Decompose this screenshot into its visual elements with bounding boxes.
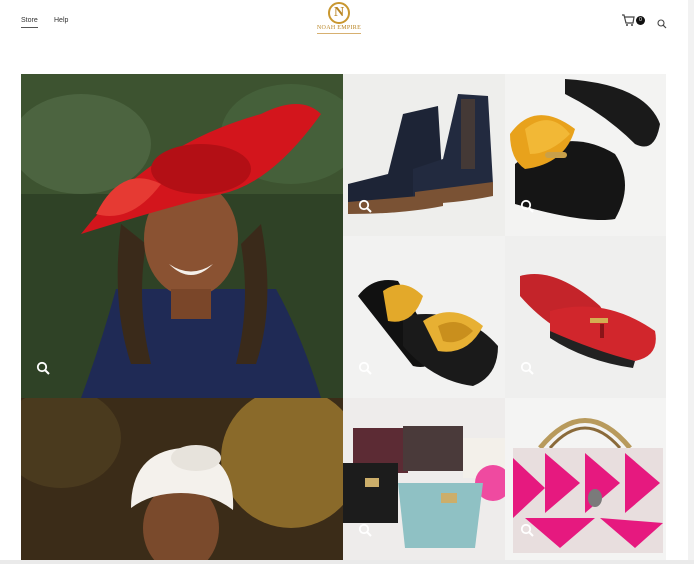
product-tile-navy-boots[interactable]: [343, 74, 505, 236]
logo-monogram: N: [328, 2, 350, 24]
product-tile-headwrap[interactable]: [21, 398, 343, 564]
nav-help-link[interactable]: Help: [54, 16, 68, 26]
magnifier-icon[interactable]: [520, 199, 534, 213]
product-tile-red-hat[interactable]: [21, 74, 343, 398]
search-button[interactable]: [657, 16, 667, 29]
magnifier-icon[interactable]: [520, 361, 534, 375]
site-header: Store Help N NOAH EMPIRE 0: [0, 0, 694, 44]
magnifier-icon[interactable]: [358, 199, 372, 213]
shopping-bag-icon: [622, 14, 635, 26]
horizontal-scrollbar[interactable]: [0, 560, 694, 564]
magnifier-icon[interactable]: [36, 361, 50, 375]
magnifier-icon[interactable]: [358, 523, 372, 537]
vertical-scrollbar[interactable]: [688, 0, 694, 564]
product-image: [21, 398, 343, 564]
product-image: [21, 74, 343, 398]
product-tile-fur-mules[interactable]: [505, 74, 666, 236]
logo-underline: [317, 33, 361, 36]
brand-logo[interactable]: N NOAH EMPIRE: [315, 1, 363, 41]
product-tile-handbags[interactable]: [343, 398, 505, 560]
product-grid: [21, 74, 666, 564]
magnifier-icon[interactable]: [520, 523, 534, 537]
nav-store-link[interactable]: Store: [21, 16, 38, 28]
magnifier-icon[interactable]: [358, 361, 372, 375]
logo-wordmark: NOAH EMPIRE: [316, 25, 362, 31]
product-tile-red-loafers[interactable]: [505, 236, 666, 398]
cart-count-badge: 0: [636, 16, 645, 25]
cart-button[interactable]: 0: [621, 13, 649, 29]
product-tile-mustard-slides[interactable]: [343, 236, 505, 398]
search-icon: [657, 19, 667, 29]
product-tile-woven-bag[interactable]: [505, 398, 666, 560]
